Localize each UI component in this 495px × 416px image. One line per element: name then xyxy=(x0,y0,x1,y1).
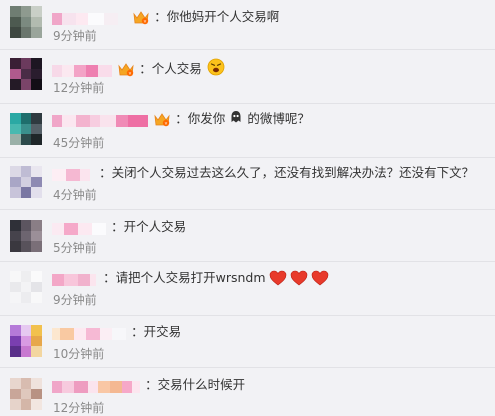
comment-item: ：请把个人交易打开wrsndm 9分钟前 xyxy=(0,262,495,316)
comment-time[interactable]: 12分钟前 xyxy=(53,79,104,96)
ghost-emoji-icon xyxy=(230,109,242,128)
comment-text-suffix: 的微博呢？ xyxy=(247,110,310,126)
comment-time[interactable]: 10分钟前 xyxy=(53,345,104,362)
avatar[interactable] xyxy=(10,271,42,303)
comment-line: ：请把个人交易打开wrsndm xyxy=(52,267,329,287)
username-blurred[interactable] xyxy=(52,271,96,286)
comment-item: ：交易什么时候开 12分钟前 xyxy=(0,368,495,416)
comment-text: ：关闭个人交易过去这么久了，还没有找到解决办法？还没有下文？ xyxy=(99,164,475,180)
comment-list: v ：你他妈开个人交易啊 9分钟前 v ：个人交易 12分钟前 v ：你发你 的… xyxy=(0,0,495,416)
comment-text: ：个人交易 xyxy=(139,61,202,76)
heart-icon xyxy=(311,270,329,285)
angry-face-emoji-icon xyxy=(207,58,225,80)
username-blurred[interactable] xyxy=(52,378,140,393)
avatar[interactable] xyxy=(10,166,42,198)
comment-text: ：交易什么时候开 xyxy=(145,376,246,392)
comment-time[interactable]: 4分钟前 xyxy=(53,186,97,203)
svg-text:v: v xyxy=(129,72,132,77)
username-blurred[interactable] xyxy=(52,112,148,127)
comment-item: v ：你他妈开个人交易啊 9分钟前 xyxy=(0,0,495,50)
vip-badge-icon[interactable]: v xyxy=(154,112,170,126)
comment-line: v ：个人交易 xyxy=(52,58,225,78)
username-blurred[interactable] xyxy=(52,325,126,340)
avatar[interactable] xyxy=(10,58,42,90)
comment-text: ：开交易 xyxy=(131,323,182,339)
heart-icon xyxy=(290,270,308,285)
svg-text:v: v xyxy=(144,19,147,24)
avatar[interactable] xyxy=(10,6,42,38)
comment-item: v ：个人交易 12分钟前 xyxy=(0,50,495,104)
comment-time[interactable]: 12分钟前 xyxy=(53,399,104,416)
comment-item: v ：你发你 的微博呢？ 45分钟前 xyxy=(0,104,495,158)
avatar[interactable] xyxy=(10,325,42,357)
vip-badge-icon[interactable]: v xyxy=(133,10,149,24)
comment-item: ：开交易 10分钟前 xyxy=(0,316,495,368)
vip-badge-icon[interactable]: v xyxy=(118,62,134,77)
heart-icon xyxy=(269,270,286,285)
comment-time[interactable]: 9分钟前 xyxy=(53,27,97,44)
comment-text: ：你他妈开个人交易啊 xyxy=(154,8,280,24)
comment-text: ：请把个人交易打开wrsndm xyxy=(103,269,266,285)
username-blurred[interactable] xyxy=(52,10,118,25)
comment-line: ：开个人交易 xyxy=(52,216,186,236)
avatar[interactable] xyxy=(10,113,42,145)
username-blurred[interactable] xyxy=(52,62,112,77)
svg-text:v: v xyxy=(165,121,168,126)
username-blurred[interactable] xyxy=(52,220,106,235)
comment-time[interactable]: 5分钟前 xyxy=(53,239,97,256)
comment-text: ：开个人交易 xyxy=(111,218,187,234)
comment-text: ：你发你 xyxy=(175,110,226,126)
comment-line: v ：你发你 的微博呢？ xyxy=(52,108,310,128)
comment-item: ：关闭个人交易过去这么久了，还没有找到解决办法？还没有下文？ 4分钟前 xyxy=(0,158,495,210)
avatar[interactable] xyxy=(10,378,42,410)
comment-time[interactable]: 9分钟前 xyxy=(53,291,97,308)
comment-line: ：关闭个人交易过去这么久了，还没有找到解决办法？还没有下文？ xyxy=(52,162,474,182)
avatar[interactable] xyxy=(10,220,42,252)
comment-line: ：开交易 xyxy=(52,321,181,341)
username-blurred[interactable] xyxy=(52,166,90,181)
comment-item: ：开个人交易 5分钟前 xyxy=(0,210,495,262)
comment-line: v ：你他妈开个人交易啊 xyxy=(52,6,279,26)
comment-time[interactable]: 45分钟前 xyxy=(53,134,104,151)
comment-line: ：交易什么时候开 xyxy=(52,374,245,394)
